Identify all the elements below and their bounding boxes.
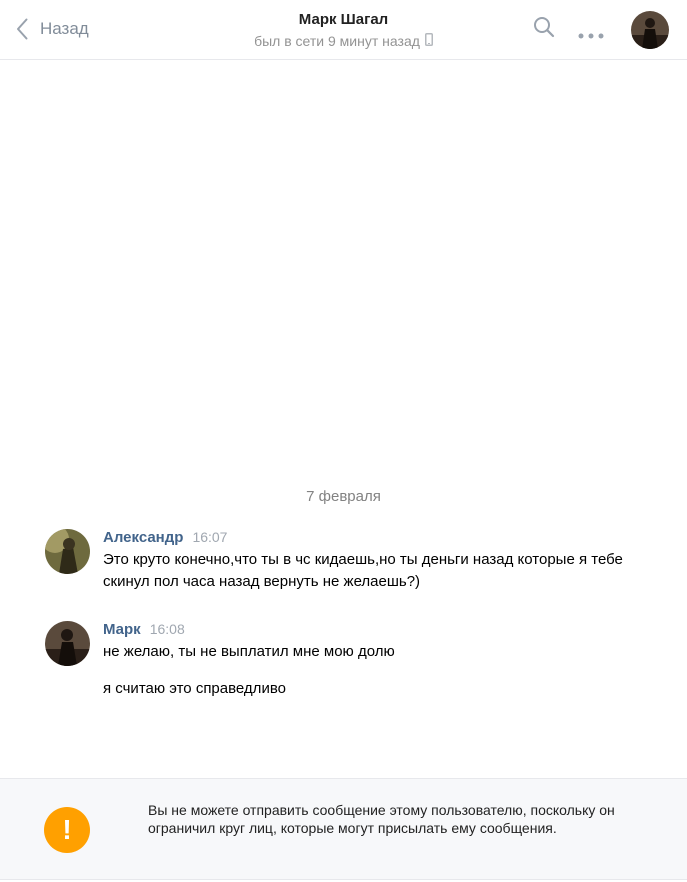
online-status-text: был в сети 9 минут назад — [254, 33, 420, 49]
online-status: был в сети 9 минут назад — [254, 32, 433, 50]
message-header: Марк 16:08 — [103, 621, 643, 641]
warning-icon-glyph: ! — [62, 814, 72, 845]
message-text: не желаю, ты не выплатил мне мою долю — [103, 643, 395, 660]
message-time[interactable]: 16:07 — [192, 529, 227, 545]
notice-text: Вы не можете отправить сообщение этому п… — [148, 802, 615, 836]
avatar[interactable] — [45, 621, 90, 666]
more-dots-icon[interactable] — [578, 26, 604, 44]
mobile-phone-icon — [424, 32, 433, 50]
message-body: Александр 16:07 Это круто конечно,что ты… — [103, 529, 643, 593]
message-text: я считаю это справедливо — [103, 680, 286, 697]
contact-avatar[interactable] — [631, 11, 669, 49]
search-icon[interactable] — [533, 16, 555, 43]
message-text: Это круто конечно,что ты в чс кидаешь,но… — [103, 551, 623, 590]
warning-icon: ! — [44, 807, 90, 853]
message-header: Александр 16:07 — [103, 529, 643, 549]
message-author[interactable]: Марк — [103, 621, 141, 638]
message-author[interactable]: Александр — [103, 529, 183, 546]
date-separator: 7 февраля — [306, 488, 381, 505]
chat-header: Назад Марк Шагал был в сети 9 минут наза… — [0, 0, 687, 60]
message-body: Марк 16:08 не желаю, ты не выплатил мне … — [103, 621, 643, 700]
avatar[interactable] — [45, 529, 90, 574]
message-time[interactable]: 16:08 — [150, 621, 185, 637]
